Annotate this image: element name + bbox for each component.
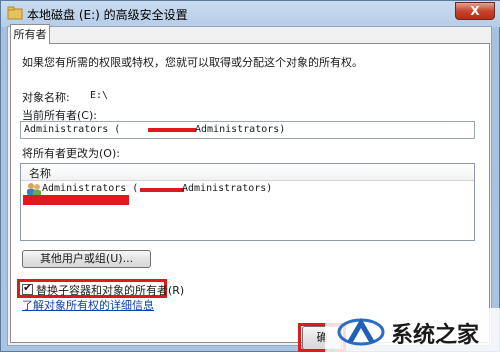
watermark-logo-icon (337, 318, 385, 346)
tab-owner[interactable]: 所有者 (10, 24, 50, 44)
list-item-suffix: Administrators) (182, 183, 273, 194)
list-header-name[interactable]: 名称 (21, 164, 474, 181)
close-button[interactable]: X (455, 2, 495, 20)
current-owner-prefix: Administrators ( (24, 124, 121, 135)
object-name-value: E:\ (90, 90, 109, 101)
replace-owner-label[interactable]: 替换子容器和对象的所有者(R) (36, 282, 184, 298)
redacted-mark (148, 128, 196, 132)
object-name-label: 对象名称: (22, 91, 70, 104)
intro-text: 如果您有所需的权限或特权，您就可以取得或分配这个对象的所有权。 (22, 56, 363, 69)
replace-owner-checkbox[interactable] (22, 281, 33, 295)
current-owner-suffix: Administrators) (195, 124, 286, 135)
owner-list[interactable]: 名称 Administrators ( Administrators) (20, 163, 475, 241)
redacted-block (23, 195, 129, 205)
other-users-button[interactable]: 其他用户或组(U)... (22, 250, 151, 268)
folder-icon (7, 6, 23, 20)
watermark: 系统之家 (325, 308, 500, 352)
users-icon (27, 183, 41, 196)
title-bar[interactable]: 本地磁盘 (E:) 的高级安全设置 X (1, 1, 500, 27)
current-owner-field: Administrators ( Administrators) (20, 121, 475, 139)
window-title: 本地磁盘 (E:) 的高级安全设置 (27, 8, 188, 22)
watermark-text: 系统之家 (391, 323, 480, 348)
list-item-prefix: Administrators ( (42, 183, 139, 194)
list-column-name: 名称 (29, 167, 51, 180)
learn-more-link[interactable]: 了解对象所有权的详细信息 (22, 297, 154, 313)
change-owner-label: 将所有者更改为(O): (22, 147, 120, 160)
redacted-mark (140, 188, 184, 192)
